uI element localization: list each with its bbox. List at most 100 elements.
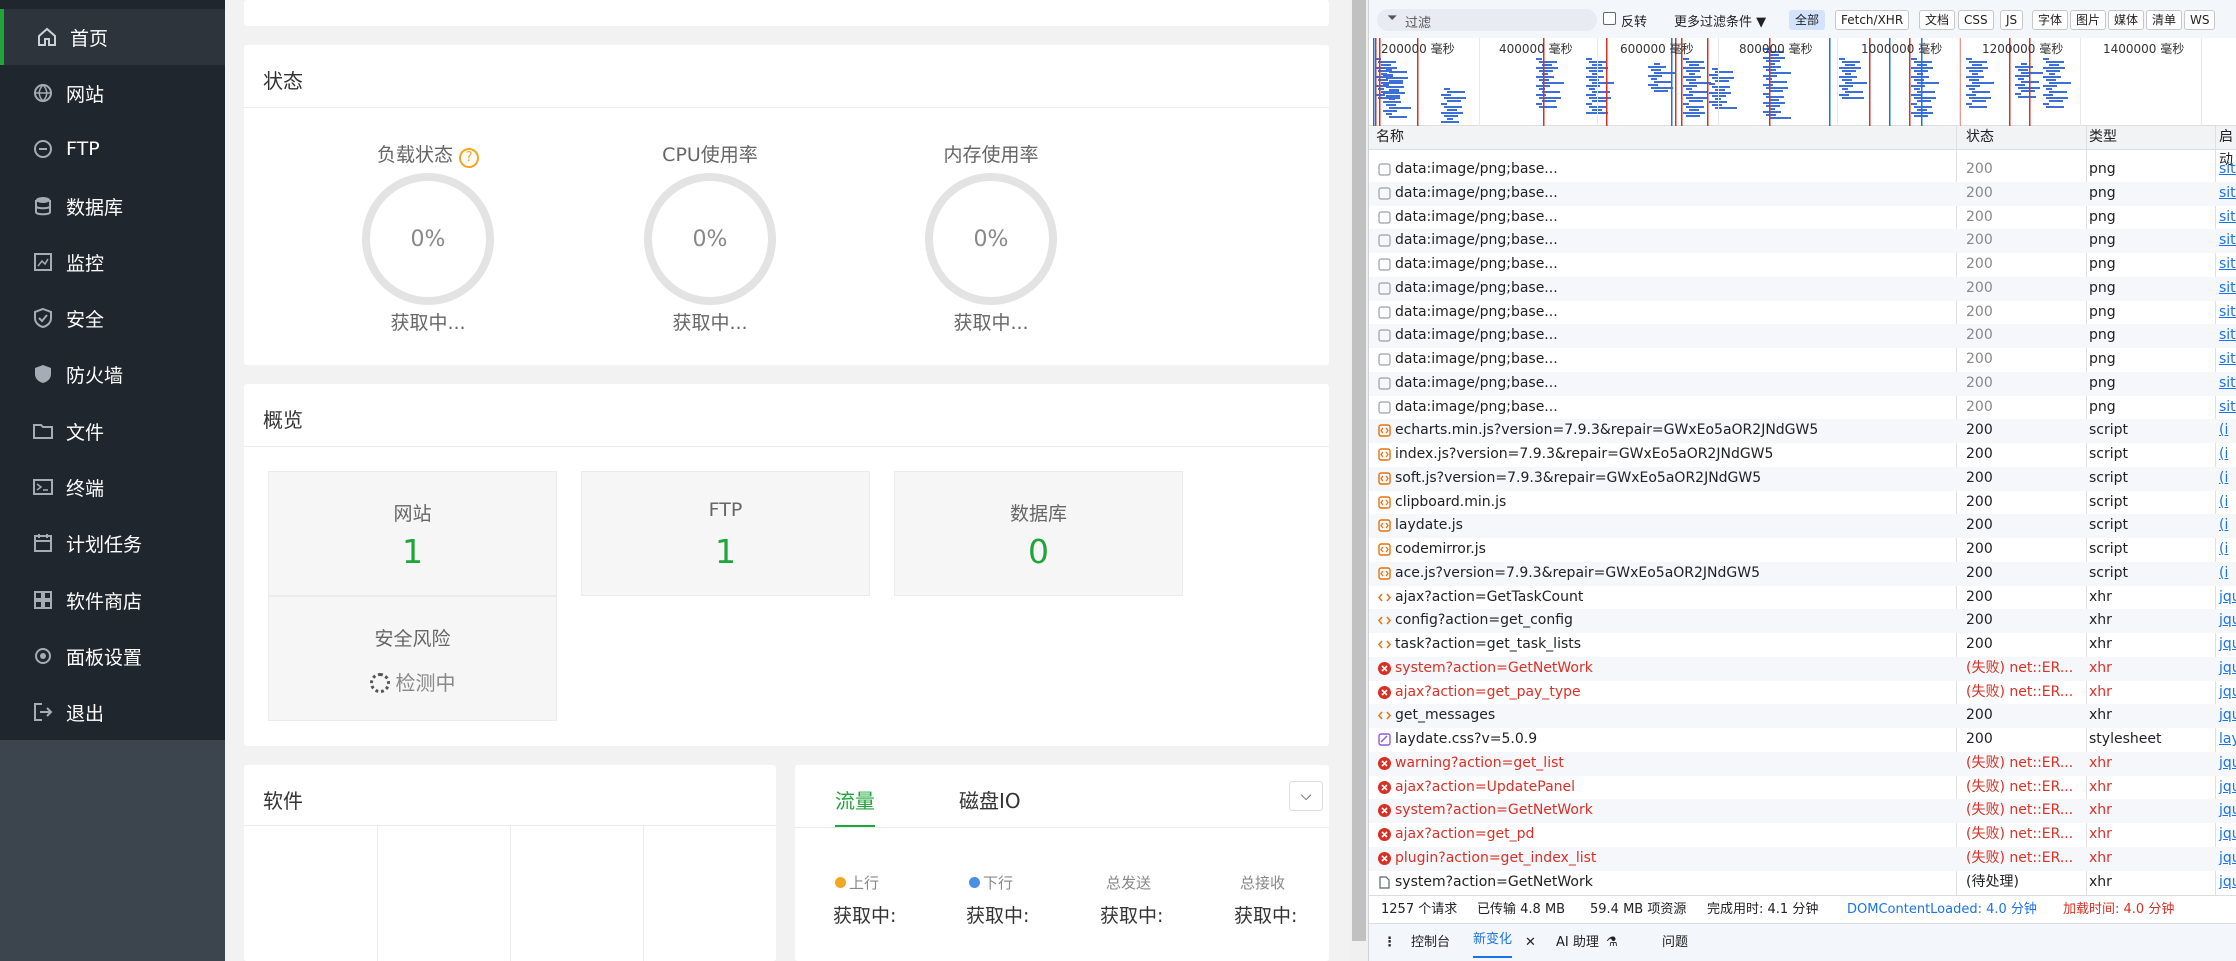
gauge-memory[interactable]: 0%	[925, 173, 1057, 305]
tab-disk-io[interactable]: 磁盘IO	[959, 785, 1021, 814]
request-initiator[interactable]: jqu	[2219, 823, 2236, 846]
request-initiator[interactable]: lay	[2219, 728, 2236, 751]
network-request-row[interactable]: ajax?action=get_pd (失败) net::ER... xhr jqu	[1369, 823, 2236, 847]
network-request-row[interactable]: codemirror.js 200 script (i	[1369, 538, 2236, 562]
request-initiator[interactable]: site	[2219, 372, 2236, 395]
network-request-row[interactable]: echarts.min.js?version=7.9.3&repair=GWxE…	[1369, 419, 2236, 444]
request-initiator[interactable]: (i	[2219, 514, 2228, 537]
network-request-row[interactable]: clipboard.min.js 200 script (i	[1369, 491, 2236, 515]
network-request-row[interactable]: config?action=get_config 200 xhr jqu	[1369, 609, 2236, 634]
sidebar-item-monitor[interactable]: 监控	[0, 234, 225, 290]
network-request-row[interactable]: ajax?action=get_pay_type (失败) net::ER... x…	[1369, 681, 2236, 705]
sidebar-item-firewall[interactable]: 防火墙	[0, 346, 225, 402]
filter-chip-doc[interactable]: 文档	[1919, 10, 1956, 30]
network-request-row[interactable]: ajax?action=UpdatePanel (失败) net::ER... xh…	[1369, 776, 2236, 800]
sidebar-item-terminal[interactable]: 终端	[0, 459, 225, 515]
drawer-tab-ai-assistant[interactable]: AI 助理	[1556, 924, 1599, 961]
network-request-row[interactable]: data:image/png;base... 200 png site	[1369, 181, 2236, 206]
gauge-load[interactable]: 0%	[362, 173, 494, 305]
network-request-row[interactable]: ace.js?version=7.9.3&repair=GWxEo5aOR2JN…	[1369, 561, 2236, 586]
request-initiator[interactable]: jqu	[2219, 799, 2236, 822]
request-initiator[interactable]: (i	[2219, 538, 2228, 561]
sidebar-item-security[interactable]: 安全	[0, 290, 225, 346]
request-initiator[interactable]: jqu	[2219, 704, 2236, 727]
request-initiator[interactable]: jqu	[2219, 609, 2236, 632]
header-status[interactable]: 状态	[1966, 126, 1994, 149]
sidebar-item-logout[interactable]: 退出	[0, 684, 225, 740]
gauge-cpu[interactable]: 0%	[644, 173, 776, 305]
filter-chip-ws[interactable]: WS	[2184, 10, 2216, 30]
network-request-row[interactable]: data:image/png;base... 200 png site	[1369, 158, 2236, 182]
overview-ftp[interactable]: FTP 1	[581, 471, 870, 596]
header-name[interactable]: 名称	[1376, 126, 1404, 149]
request-initiator[interactable]: (i	[2219, 443, 2228, 466]
request-initiator[interactable]: site	[2219, 229, 2236, 252]
filter-chip-media[interactable]: 媒体	[2108, 10, 2145, 30]
request-initiator[interactable]: site	[2219, 158, 2236, 181]
network-request-row[interactable]: data:image/png;base... 200 png site	[1369, 396, 2236, 420]
sidebar-item-home[interactable]: 首页	[0, 9, 225, 65]
sidebar-item-website[interactable]: 网站	[0, 65, 225, 121]
network-request-row[interactable]: laydate.css?v=5.0.9 200 stylesheet lay	[1369, 728, 2236, 752]
network-request-row[interactable]: index.js?version=7.9.3&repair=GWxEo5aOR2…	[1369, 443, 2236, 467]
network-request-row[interactable]: plugin?action=get_index_list (失败) net::ER…	[1369, 846, 2236, 871]
filter-chip-css[interactable]: CSS	[1958, 10, 1994, 30]
invert-checkbox[interactable]	[1603, 12, 1616, 25]
request-initiator[interactable]: (i	[2219, 562, 2228, 585]
network-request-row[interactable]: system?action=GetNetWork (待处理) xhr jqu	[1369, 871, 2236, 895]
sidebar-item-files[interactable]: 文件	[0, 403, 225, 459]
request-initiator[interactable]: site	[2219, 206, 2236, 229]
scrollbar-thumb[interactable]	[1352, 0, 1366, 941]
request-initiator[interactable]: jqu	[2219, 752, 2236, 775]
sidebar-item-ftp[interactable]: FTP	[0, 121, 225, 177]
request-initiator[interactable]: jqu	[2219, 657, 2236, 680]
overview-website[interactable]: 网站 1	[268, 471, 557, 596]
network-request-row[interactable]: warning?action=get_list (失败) net::ER... xh…	[1369, 751, 2236, 776]
request-initiator[interactable]: jqu	[2219, 847, 2236, 870]
network-request-row[interactable]: data:image/png;base... 200 png site	[1369, 276, 2236, 301]
request-initiator[interactable]: site	[2219, 277, 2236, 300]
drawer-tab-issues[interactable]: 问题	[1662, 924, 1688, 961]
network-request-row[interactable]: get_messages 200 xhr jqu	[1369, 704, 2236, 729]
request-initiator[interactable]: (i	[2219, 491, 2228, 514]
network-request-row[interactable]: data:image/png;base... 200 png site	[1369, 206, 2236, 230]
request-initiator[interactable]: jqu	[2219, 776, 2236, 799]
sidebar-item-crontab[interactable]: 计划任务	[0, 515, 225, 571]
network-request-row[interactable]: system?action=GetNetWork (失败) net::ER... x…	[1369, 656, 2236, 681]
request-initiator[interactable]: site	[2219, 396, 2236, 419]
overview-security-risk[interactable]: 安全风险 检测中	[268, 596, 557, 721]
filter-chip-manifest[interactable]: 清单	[2146, 10, 2183, 30]
filter-chip-img[interactable]: 图片	[2070, 10, 2107, 30]
network-request-row[interactable]: data:image/png;base... 200 png site	[1369, 229, 2236, 254]
page-scrollbar[interactable]	[1350, 0, 1368, 961]
sidebar-item-store[interactable]: 软件商店	[0, 572, 225, 628]
network-request-row[interactable]: task?action=get_task_lists 200 xhr jqu	[1369, 633, 2236, 657]
network-request-row[interactable]: system?action=GetNetWork (失败) net::ER... x…	[1369, 799, 2236, 824]
sidebar-item-database[interactable]: 数据库	[0, 178, 225, 234]
close-icon[interactable]: ✕	[1525, 924, 1536, 961]
network-request-row[interactable]: data:image/png;base... 200 png site	[1369, 348, 2236, 372]
request-initiator[interactable]: (i	[2219, 467, 2228, 490]
network-request-row[interactable]: data:image/png;base... 200 png site	[1369, 253, 2236, 277]
request-initiator[interactable]: jqu	[2219, 681, 2236, 704]
more-options-icon[interactable]: ⋮	[1383, 924, 1396, 961]
request-initiator[interactable]: jqu	[2219, 871, 2236, 894]
more-filters-dropdown[interactable]: 更多过滤条件 ▼	[1674, 11, 1766, 30]
drawer-tab-console[interactable]: 控制台	[1411, 924, 1450, 961]
request-initiator[interactable]: jqu	[2219, 633, 2236, 656]
filter-chip-js[interactable]: JS	[2000, 10, 2024, 30]
network-request-row[interactable]: data:image/png;base... 200 png site	[1369, 371, 2236, 396]
header-type[interactable]: 类型	[2089, 126, 2117, 149]
filter-chip-all[interactable]: 全部	[1789, 10, 1826, 30]
overview-database[interactable]: 数据库 0	[894, 471, 1183, 596]
tab-traffic[interactable]: 流量	[835, 785, 875, 814]
request-initiator[interactable]: site	[2219, 348, 2236, 371]
filter-chip-font[interactable]: 字体	[2032, 10, 2069, 30]
request-initiator[interactable]: jqu	[2219, 586, 2236, 609]
request-initiator[interactable]: site	[2219, 253, 2236, 276]
network-request-row[interactable]: data:image/png;base... 200 png site	[1369, 301, 2236, 325]
sidebar-item-settings[interactable]: 面板设置	[0, 628, 225, 684]
filter-input[interactable]: ⏷ 过滤	[1377, 9, 1597, 31]
request-initiator[interactable]: (i	[2219, 419, 2228, 442]
request-initiator[interactable]: site	[2219, 324, 2236, 347]
